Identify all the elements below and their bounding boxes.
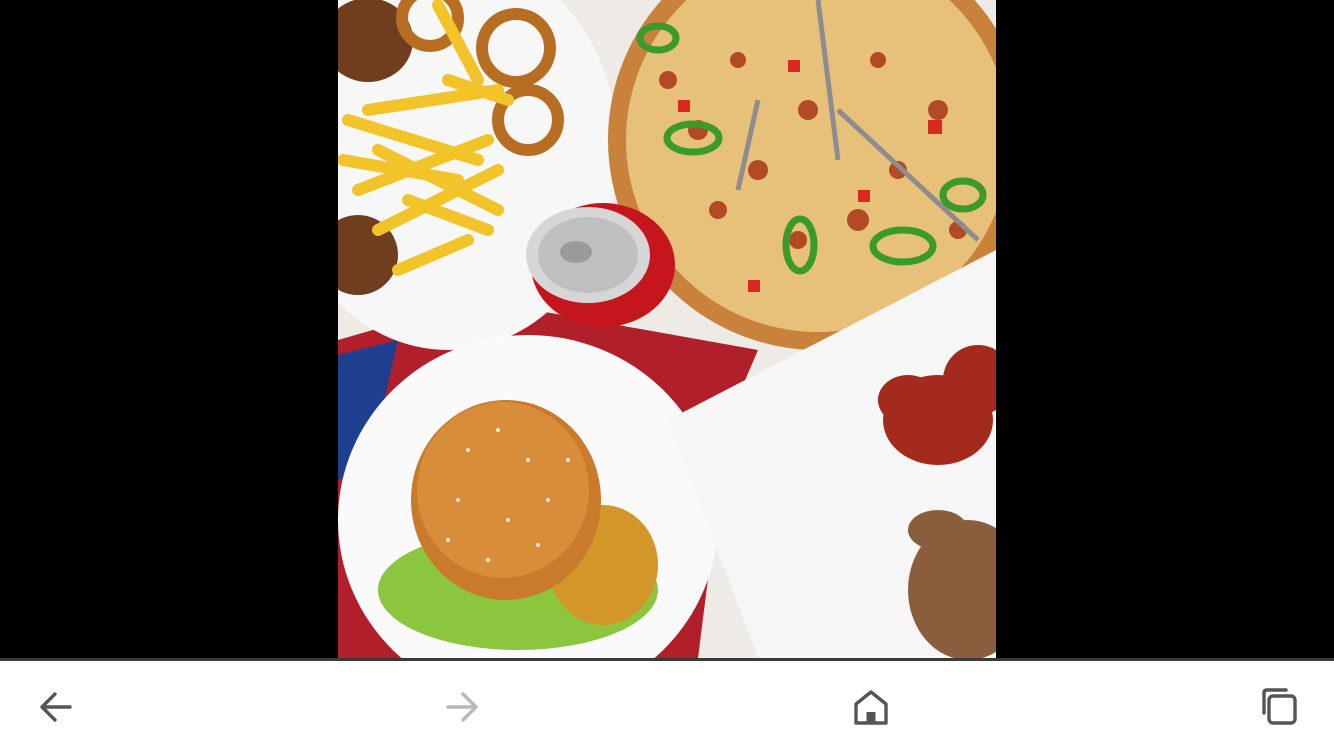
food-photo[interactable] <box>338 0 996 658</box>
home-icon <box>854 690 888 725</box>
home-button[interactable] <box>843 679 899 735</box>
arrow-right-icon <box>446 692 478 722</box>
tabs-icon <box>1262 688 1297 725</box>
image-viewer <box>0 0 1334 658</box>
food-photo-illustration <box>338 0 996 658</box>
arrow-left-icon <box>40 692 72 722</box>
back-button[interactable] <box>28 679 84 735</box>
forward-button[interactable] <box>434 679 490 735</box>
browser-toolbar <box>0 661 1334 750</box>
tabs-button[interactable] <box>1250 679 1306 735</box>
